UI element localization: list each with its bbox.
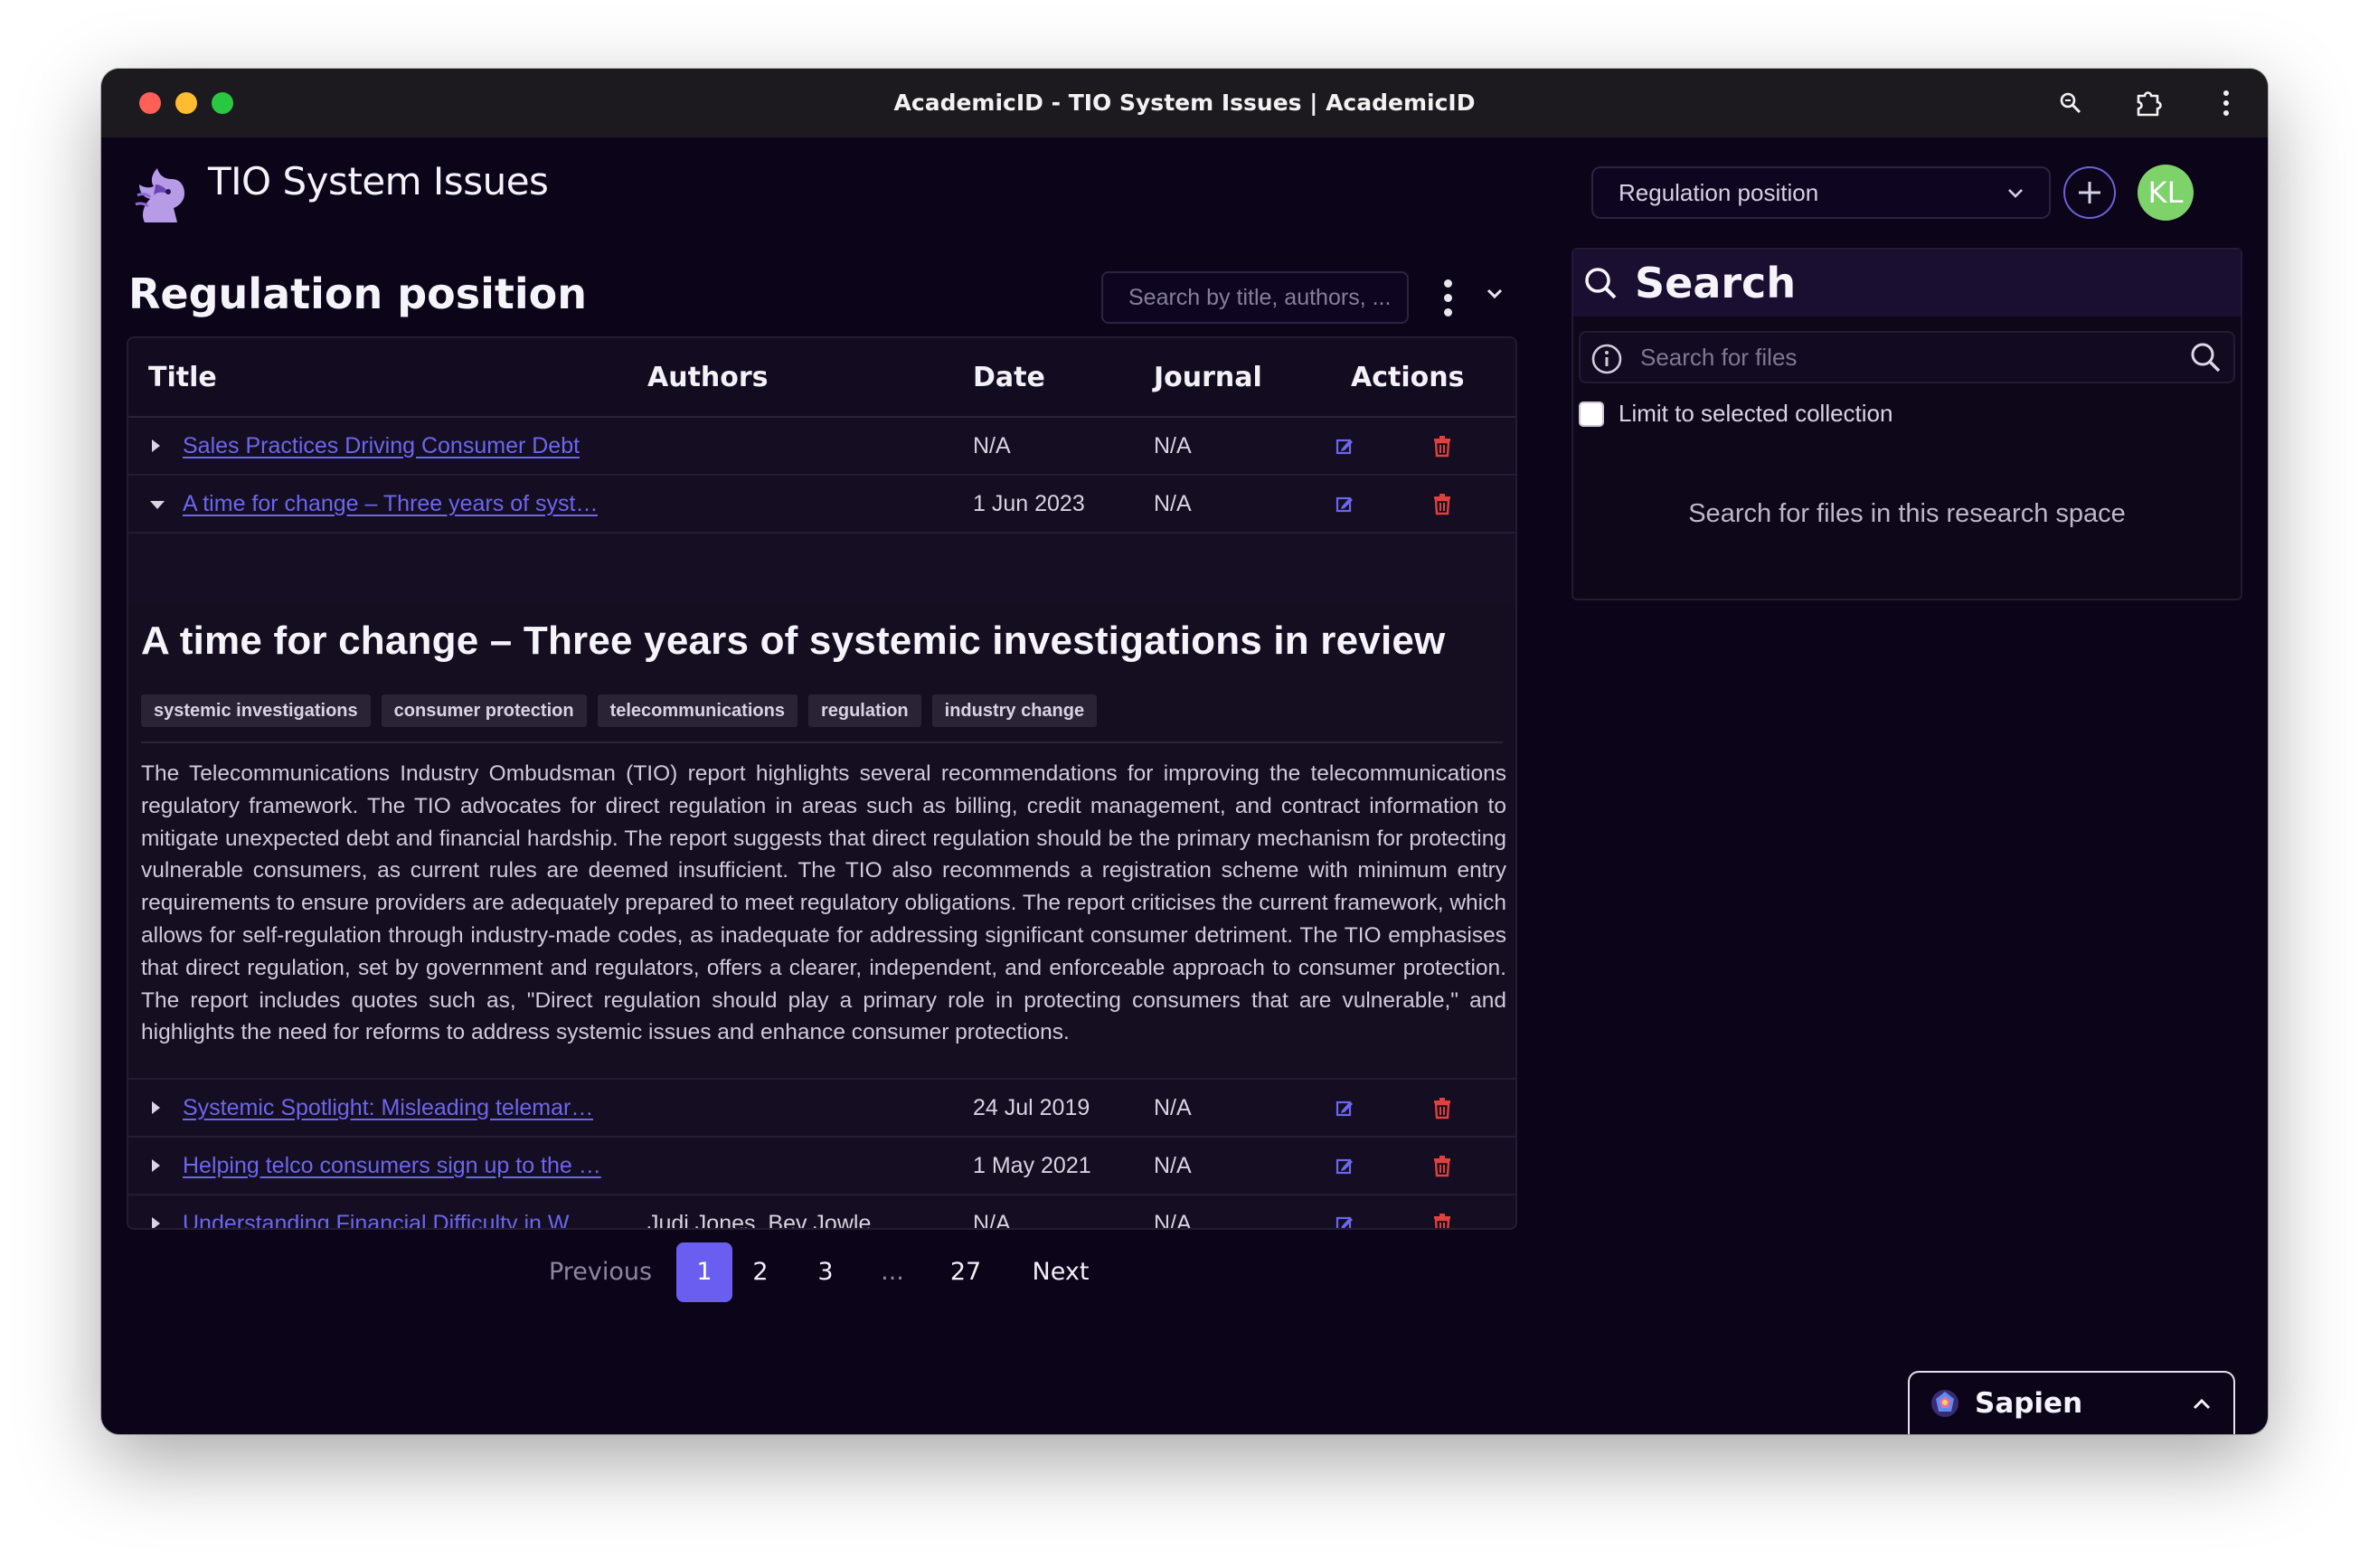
file-search-panel: Search Search for files Limit to selecte… — [1571, 248, 2242, 600]
tag-badge[interactable]: telecommunications — [597, 694, 798, 727]
sapien-assistant-tab[interactable]: Sapien — [1908, 1371, 2235, 1434]
window-title: AcademicID - TIO System Issues | Academi… — [893, 90, 1476, 116]
page-button-1[interactable]: 1 — [676, 1242, 732, 1302]
user-avatar[interactable]: KL — [2138, 165, 2194, 221]
search-icon[interactable] — [2188, 340, 2223, 374]
browser-menu-icon[interactable] — [2208, 85, 2244, 121]
app-title: TIO System Issues — [208, 158, 549, 203]
search-empty-state: Search for files in this research space — [1688, 499, 2126, 528]
column-header-authors[interactable]: Authors — [647, 338, 769, 418]
zoom-icon[interactable] — [2053, 85, 2089, 121]
collection-title: Regulation position — [128, 269, 588, 318]
document-authors: Judi Jones, Bev Jowle — [647, 1211, 872, 1230]
title-bar: AcademicID - TIO System Issues | Academi… — [101, 69, 2268, 137]
tag-badge[interactable]: systemic investigations — [141, 694, 371, 727]
sapien-logo-icon — [1931, 1390, 1958, 1417]
document-date: 1 May 2021 — [973, 1153, 1091, 1178]
page-button-2[interactable]: 2 — [738, 1242, 783, 1302]
expanded-row-detail: A time for change – Three years of syste… — [128, 604, 1515, 1080]
table-search-placeholder: Search by title, authors, ... — [1128, 284, 1392, 310]
detail-title: A time for change – Three years of syste… — [141, 619, 1446, 663]
collapse-row-icon[interactable] — [150, 501, 165, 509]
limit-to-collection-label: Limit to selected collection — [1619, 400, 1893, 427]
delete-icon[interactable] — [1432, 1154, 1452, 1182]
tag-badge[interactable]: regulation — [807, 694, 921, 727]
document-title-link[interactable]: Helping telco consumers sign up to the … — [183, 1138, 601, 1195]
column-header-journal[interactable]: Journal — [1154, 338, 1262, 418]
document-date: N/A — [973, 1211, 1011, 1230]
collection-select[interactable]: Regulation position — [1591, 166, 2051, 219]
delete-icon[interactable] — [1432, 434, 1452, 462]
document-title-link[interactable]: Systemic Spotlight: Misleading telemar… — [183, 1080, 593, 1138]
info-icon[interactable] — [1590, 342, 1624, 376]
limit-to-collection-checkbox[interactable] — [1579, 401, 1604, 427]
sapien-label: Sapien — [1975, 1387, 2083, 1420]
collection-select-value: Regulation position — [1619, 178, 1819, 206]
browser-window: AcademicID - TIO System Issues | Academi… — [101, 69, 2268, 1434]
document-journal: N/A — [1154, 1153, 1192, 1178]
file-search-input[interactable]: Search for files — [1579, 331, 2235, 383]
app-logo-icon[interactable] — [128, 159, 192, 228]
table-search-input[interactable]: Search by title, authors, ... — [1101, 271, 1409, 324]
documents-table: Title Authors Date Journal Actions Sales… — [127, 336, 1517, 1230]
delete-icon[interactable] — [1432, 492, 1452, 520]
document-journal: N/A — [1154, 491, 1192, 516]
edit-icon[interactable] — [1335, 436, 1354, 460]
document-title-link[interactable]: Sales Practices Driving Consumer Debt — [183, 418, 580, 476]
divider — [141, 741, 1503, 743]
chevron-down-icon — [1487, 288, 1503, 299]
extensions-icon[interactable] — [2130, 85, 2166, 121]
delete-icon[interactable] — [1432, 1212, 1452, 1228]
document-journal: N/A — [1154, 433, 1192, 458]
collapse-toggle-button[interactable] — [1485, 284, 1505, 308]
document-date: 24 Jul 2019 — [973, 1095, 1090, 1120]
edit-icon[interactable] — [1335, 1098, 1354, 1122]
search-panel-header: Search — [1573, 250, 2241, 316]
search-panel-title: Search — [1635, 259, 1797, 307]
page-ellipsis: ... — [881, 1258, 904, 1286]
document-journal: N/A — [1154, 1095, 1192, 1120]
expand-row-icon[interactable] — [152, 1159, 160, 1172]
search-icon — [1585, 268, 1617, 299]
tag-badge[interactable]: industry change — [931, 694, 1098, 727]
column-header-date[interactable]: Date — [973, 338, 1045, 418]
table-row[interactable]: Systemic Spotlight: Misleading telemar… 2… — [128, 1080, 1515, 1138]
column-header-title[interactable]: Title — [148, 338, 217, 418]
expand-row-icon[interactable] — [152, 1217, 160, 1228]
column-header-actions: Actions — [1351, 362, 1465, 393]
next-page-button[interactable]: Next — [1029, 1242, 1092, 1302]
app-header: TIO System Issues — [128, 158, 549, 228]
edit-icon[interactable] — [1335, 1214, 1354, 1228]
table-options-button[interactable] — [1434, 275, 1461, 320]
delete-icon[interactable] — [1432, 1096, 1452, 1124]
browser-toolbar — [2053, 85, 2244, 121]
tag-badge[interactable]: consumer protection — [381, 694, 587, 727]
edit-icon[interactable] — [1335, 494, 1354, 518]
pagination: Previous 1 2 3 ... 27 Next — [101, 1242, 2268, 1302]
detail-tags: systemic investigations consumer protect… — [141, 694, 1098, 727]
table-row[interactable]: Helping telco consumers sign up to the …… — [128, 1138, 1515, 1195]
table-row[interactable]: A time for change – Three years of syst…… — [128, 476, 1515, 534]
document-journal: N/A — [1154, 1211, 1192, 1230]
plus-icon — [2079, 182, 2100, 203]
expand-row-icon[interactable] — [152, 439, 160, 452]
edit-icon[interactable] — [1335, 1156, 1354, 1180]
document-date: 1 Jun 2023 — [973, 491, 1085, 516]
limit-to-collection-option[interactable]: Limit to selected collection — [1579, 400, 1892, 428]
detail-abstract: The Telecommunications Industry Ombudsma… — [141, 761, 1506, 1045]
document-date: N/A — [973, 433, 1011, 458]
page-button-3[interactable]: 3 — [803, 1242, 848, 1302]
add-collection-button[interactable] — [2063, 166, 2116, 219]
document-title-link[interactable]: Understanding Financial Difficulty in W… — [183, 1195, 592, 1228]
file-search-placeholder: Search for files — [1640, 344, 1798, 371]
table-header: Title Authors Date Journal Actions — [128, 338, 1515, 418]
expand-row-icon[interactable] — [152, 1101, 160, 1114]
table-row[interactable]: Sales Practices Driving Consumer Debt N/A… — [128, 418, 1515, 476]
document-title-link[interactable]: A time for change – Three years of syst… — [183, 476, 598, 534]
chevron-down-icon — [2008, 189, 2023, 198]
table-row[interactable]: Understanding Financial Difficulty in W…… — [128, 1195, 1515, 1230]
previous-page-button[interactable]: Previous — [546, 1242, 655, 1302]
chevron-up-icon[interactable] — [2190, 1393, 2213, 1416]
page-button-27[interactable]: 27 — [939, 1242, 993, 1302]
